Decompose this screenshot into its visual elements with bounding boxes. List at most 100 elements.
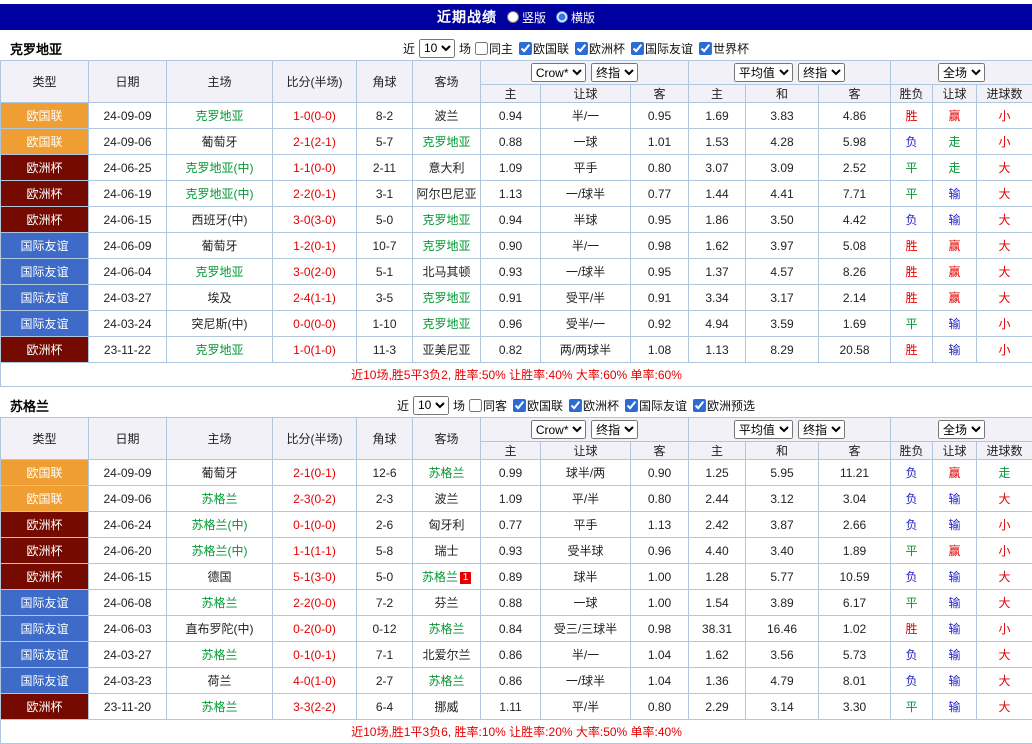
score[interactable]: 1-2(0-1) [273,233,357,259]
score[interactable]: 2-2(0-1) [273,181,357,207]
average-select[interactable]: 平均值 [734,420,793,439]
away-team[interactable]: 苏格兰1 [413,564,481,590]
home-team[interactable]: 苏格兰 [167,694,273,720]
filter-checkbox[interactable] [475,42,488,55]
score[interactable]: 2-3(0-2) [273,486,357,512]
home-team[interactable]: 苏格兰 [167,590,273,616]
avg-mode-select[interactable]: 终指 [798,63,845,82]
score[interactable]: 1-1(1-1) [273,538,357,564]
away-team[interactable]: 苏格兰 [413,460,481,486]
filter-option[interactable]: 欧洲杯 [575,40,625,57]
home-team[interactable]: 葡萄牙 [167,129,273,155]
score[interactable]: 4-0(1-0) [273,668,357,694]
away-team[interactable]: 苏格兰 [413,668,481,694]
layout-option[interactable]: 横版 [556,9,595,26]
home-team[interactable]: 克罗地亚 [167,259,273,285]
match-date: 24-06-24 [89,512,167,538]
score[interactable]: 1-0(0-0) [273,103,357,129]
filter-option[interactable]: 欧洲预选 [693,397,755,414]
away-team[interactable]: 挪威 [413,694,481,720]
score[interactable]: 1-0(1-0) [273,337,357,363]
home-team[interactable]: 苏格兰 [167,486,273,512]
avg-mode-select[interactable]: 终指 [798,420,845,439]
odds-handicap: 半球 [541,207,631,233]
score[interactable]: 2-1(2-1) [273,129,357,155]
home-team[interactable]: 克罗地亚(中) [167,155,273,181]
away-team[interactable]: 匈牙利 [413,512,481,538]
layout-radio[interactable] [556,11,568,23]
away-team[interactable]: 北马其顿 [413,259,481,285]
home-team[interactable]: 克罗地亚(中) [167,181,273,207]
odds-mode-select[interactable]: 终指 [591,63,638,82]
average-select[interactable]: 平均值 [734,63,793,82]
home-team[interactable]: 西班牙(中) [167,207,273,233]
score[interactable]: 3-3(2-2) [273,694,357,720]
away-team[interactable]: 瑞士 [413,538,481,564]
home-team[interactable]: 德国 [167,564,273,590]
away-team[interactable]: 波兰 [413,103,481,129]
away-team[interactable]: 克罗地亚 [413,129,481,155]
layout-radio[interactable] [507,11,519,23]
scope-select[interactable]: 全场 [938,63,985,82]
away-team[interactable]: 苏格兰 [413,616,481,642]
score[interactable]: 3-0(3-0) [273,207,357,233]
match-row: 欧国联24-09-09葡萄牙2-1(0-1)12-6苏格兰0.99球半/两0.9… [1,460,1032,486]
away-team[interactable]: 克罗地亚 [413,207,481,233]
score[interactable]: 3-0(2-0) [273,259,357,285]
filter-option[interactable]: 欧国联 [519,40,569,57]
home-team[interactable]: 克罗地亚 [167,103,273,129]
score[interactable]: 2-1(0-1) [273,460,357,486]
filter-option[interactable]: 国际友谊 [631,40,693,57]
home-team[interactable]: 克罗地亚 [167,337,273,363]
away-team[interactable]: 波兰 [413,486,481,512]
filter-option[interactable]: 世界杯 [699,40,749,57]
odds-mode-select[interactable]: 终指 [591,420,638,439]
home-team[interactable]: 苏格兰(中) [167,512,273,538]
away-team[interactable]: 克罗地亚 [413,311,481,337]
filter-checkbox[interactable] [631,42,644,55]
score[interactable]: 0-1(0-0) [273,512,357,538]
recent-count-select[interactable]: 10 [419,39,455,58]
filter-checkbox[interactable] [693,399,706,412]
home-team[interactable]: 直布罗陀(中) [167,616,273,642]
score[interactable]: 0-1(0-1) [273,642,357,668]
home-team[interactable]: 葡萄牙 [167,460,273,486]
recent-count-select[interactable]: 10 [413,396,449,415]
filter-checkbox[interactable] [625,399,638,412]
filter-checkbox[interactable] [519,42,532,55]
filter-checkbox[interactable] [699,42,712,55]
filter-checkbox[interactable] [575,42,588,55]
home-team[interactable]: 苏格兰(中) [167,538,273,564]
score[interactable]: 1-1(0-0) [273,155,357,181]
bookmaker-select[interactable]: Crow* [531,420,586,439]
filter-checkbox[interactable] [469,399,482,412]
layout-option[interactable]: 竖版 [507,9,546,26]
filter-option[interactable]: 欧国联 [513,397,563,414]
away-team[interactable]: 克罗地亚 [413,285,481,311]
home-team[interactable]: 苏格兰 [167,642,273,668]
away-team[interactable]: 亚美尼亚 [413,337,481,363]
filter-checkbox[interactable] [513,399,526,412]
score[interactable]: 2-4(1-1) [273,285,357,311]
score[interactable]: 0-0(0-0) [273,311,357,337]
away-team[interactable]: 意大利 [413,155,481,181]
filter-option[interactable]: 同客 [469,397,507,414]
filter-checkbox[interactable] [569,399,582,412]
col-avg-draw: 和 [746,85,819,103]
filter-option[interactable]: 同主 [475,40,513,57]
home-team[interactable]: 荷兰 [167,668,273,694]
away-team[interactable]: 克罗地亚 [413,233,481,259]
away-team[interactable]: 阿尔巴尼亚 [413,181,481,207]
score[interactable]: 2-2(0-0) [273,590,357,616]
filter-option[interactable]: 欧洲杯 [569,397,619,414]
home-team[interactable]: 突尼斯(中) [167,311,273,337]
scope-select[interactable]: 全场 [938,420,985,439]
away-team[interactable]: 北爱尔兰 [413,642,481,668]
away-team[interactable]: 芬兰 [413,590,481,616]
filter-option[interactable]: 国际友谊 [625,397,687,414]
bookmaker-select[interactable]: Crow* [531,63,586,82]
home-team[interactable]: 葡萄牙 [167,233,273,259]
score[interactable]: 5-1(3-0) [273,564,357,590]
score[interactable]: 0-2(0-0) [273,616,357,642]
home-team[interactable]: 埃及 [167,285,273,311]
